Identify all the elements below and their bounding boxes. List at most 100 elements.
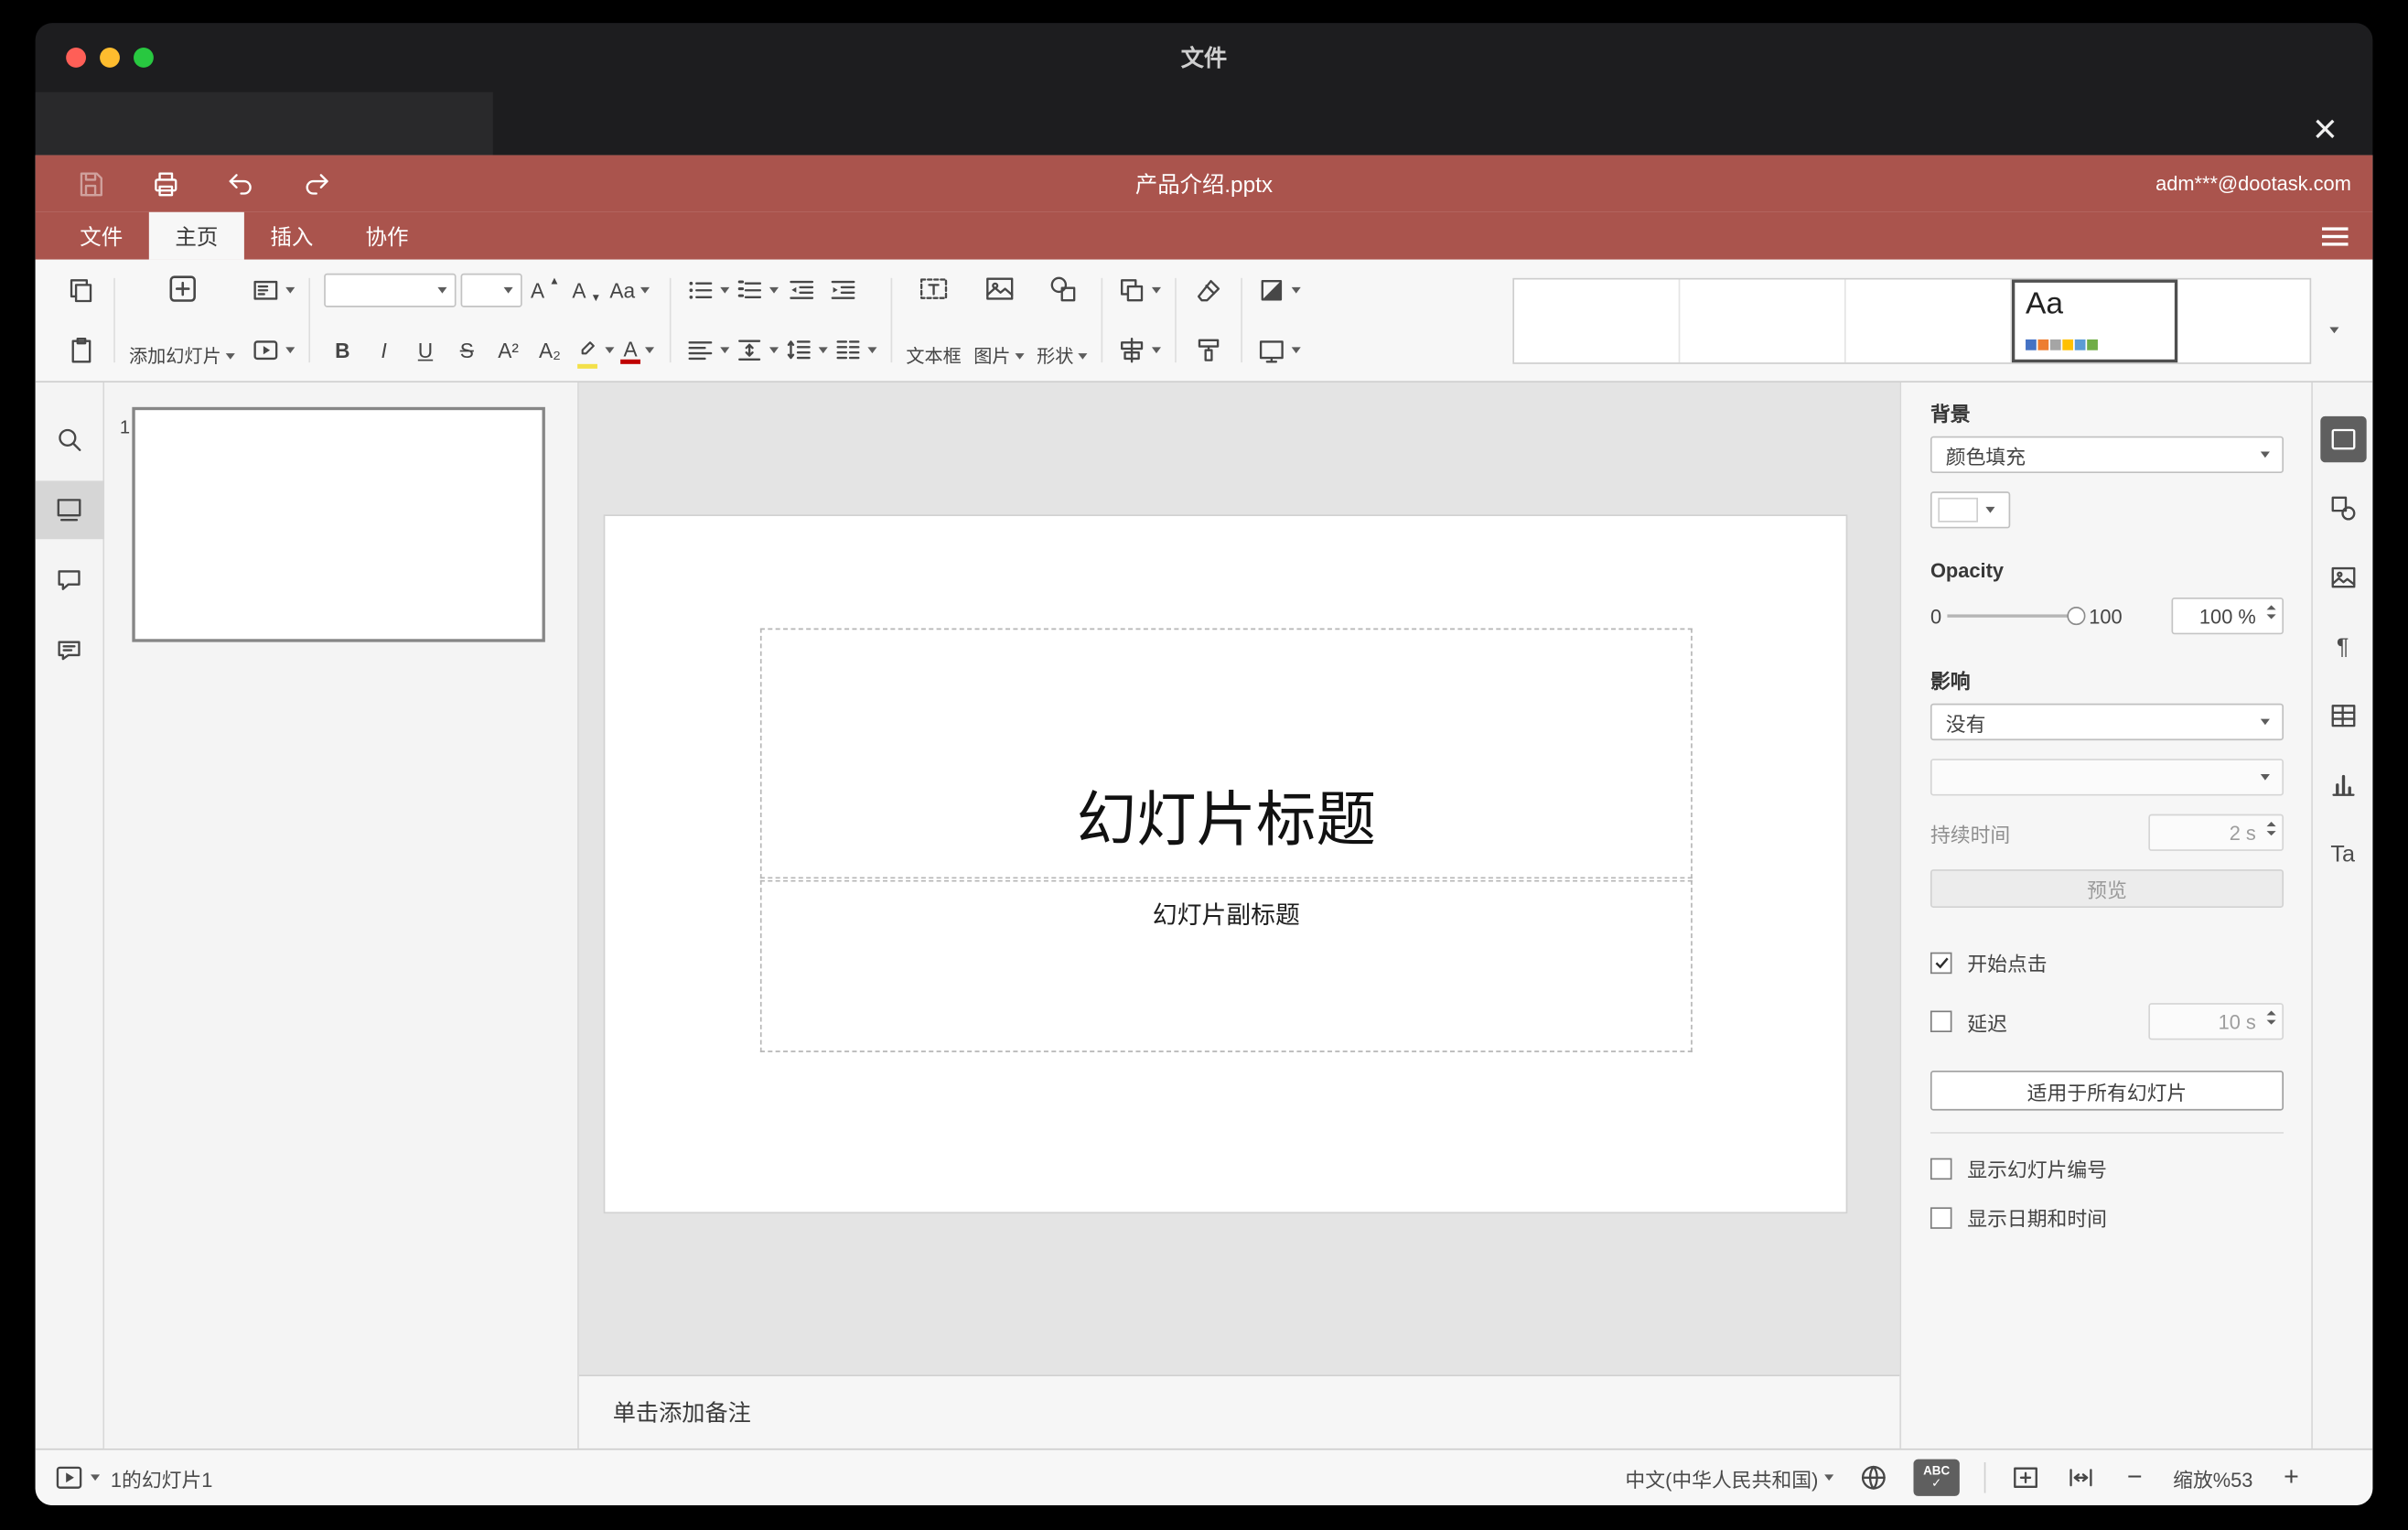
close-icon[interactable]: × <box>2302 106 2348 152</box>
theme-tile-2[interactable] <box>1680 279 1846 363</box>
slide-layout-button[interactable] <box>251 272 296 308</box>
vertical-align-button[interactable] <box>734 332 779 369</box>
line-spacing-button[interactable] <box>783 332 828 369</box>
font-size-combo[interactable] <box>460 273 522 307</box>
strikethrough-button[interactable]: S <box>448 332 485 369</box>
minimize-window-button[interactable] <box>100 48 120 68</box>
comments-button[interactable] <box>36 552 104 610</box>
slider-handle[interactable] <box>2067 607 2086 626</box>
fit-width-button[interactable] <box>2066 1462 2097 1493</box>
theme-tile-empty[interactable] <box>2177 279 2309 362</box>
numbering-button[interactable] <box>734 272 779 308</box>
search-button[interactable] <box>36 410 104 469</box>
subtitle-placeholder[interactable]: 幻灯片副标题 <box>759 879 1693 1052</box>
chat-button[interactable] <box>36 622 104 681</box>
show-date-time-checkbox[interactable] <box>1930 1206 1952 1229</box>
apply-to-all-slides-button[interactable]: 适用于所有幻灯片 <box>1930 1070 2284 1111</box>
background-color-picker[interactable] <box>1930 491 2011 529</box>
tab-home[interactable]: 主页 <box>148 211 244 260</box>
bullets-button[interactable] <box>685 272 730 308</box>
theme-tile-selected[interactable]: Aa <box>2011 279 2178 363</box>
add-slide-button[interactable]: 添加幻灯片 <box>129 272 235 369</box>
effect-select[interactable]: 没有 <box>1930 703 2284 741</box>
show-slide-number-checkbox[interactable] <box>1930 1157 1952 1180</box>
slide[interactable]: 幻灯片标题 幻灯片副标题 <box>605 515 1846 1212</box>
underline-button[interactable]: U <box>407 332 444 369</box>
highlight-color-button[interactable] <box>573 332 615 369</box>
spellcheck-button[interactable]: ABC ✓ <box>1913 1459 1960 1496</box>
slides-panel-button[interactable] <box>35 480 104 540</box>
opacity-slider[interactable] <box>1947 605 2086 627</box>
maximize-window-button[interactable] <box>134 48 154 68</box>
fill-group <box>1247 270 1310 370</box>
shape-settings-button[interactable] <box>2319 485 2365 531</box>
decrease-font-button[interactable]: A ▼ <box>568 272 605 308</box>
status-bar: 1的幻灯片1 中文(中华人民共和国) ABC ✓ − 缩放%53 + <box>35 1448 2373 1505</box>
arrange-button[interactable] <box>1116 272 1162 308</box>
columns-button[interactable] <box>833 332 877 369</box>
theme-tile-1[interactable] <box>1514 279 1681 363</box>
theme-tile-3[interactable] <box>1846 279 2012 363</box>
image-settings-button[interactable] <box>2319 555 2365 600</box>
slide-thumbnail[interactable] <box>132 406 545 642</box>
horizontal-align-button[interactable] <box>685 332 730 369</box>
subscript-button[interactable]: A₂ <box>532 332 568 369</box>
vertical-align-icon <box>738 339 761 361</box>
italic-button[interactable]: I <box>366 332 403 369</box>
insert-textbox-button[interactable]: 文本框 <box>906 272 962 369</box>
redo-button[interactable] <box>298 165 335 201</box>
zoom-in-button[interactable]: + <box>2277 1462 2305 1493</box>
background-fill-select[interactable]: 颜色填充 <box>1930 436 2284 473</box>
increase-indent-button[interactable] <box>824 272 861 308</box>
slide-thumbnails-panel: 1 <box>104 382 579 1449</box>
increase-font-button[interactable]: A ▲ <box>527 272 564 308</box>
insert-image-button[interactable]: 图片 <box>973 272 1025 369</box>
copy-style-button[interactable] <box>1190 332 1227 369</box>
change-case-button[interactable]: Aa <box>609 272 650 308</box>
title-placeholder[interactable]: 幻灯片标题 <box>759 628 1693 879</box>
copy-button[interactable] <box>63 272 100 308</box>
text-art-settings-button[interactable]: Ta <box>2319 831 2365 877</box>
tab-collaboration[interactable]: 协作 <box>339 212 435 260</box>
right-rail: ¶ Ta <box>2311 382 2373 1449</box>
shape-fill-button[interactable] <box>1256 272 1301 308</box>
language-button[interactable]: 中文(中华人民共和国) <box>1625 1463 1834 1492</box>
align-shapes-button[interactable] <box>1116 332 1162 369</box>
tab-insert[interactable]: 插入 <box>244 212 339 260</box>
slide-size-button[interactable] <box>1256 332 1301 369</box>
clipboard-group <box>54 270 109 370</box>
columns-icon <box>836 340 860 360</box>
font-color-button[interactable]: A <box>618 332 655 369</box>
superscript-button[interactable]: A² <box>489 332 526 369</box>
slide-canvas[interactable]: 幻灯片标题 幻灯片副标题 <box>579 382 1900 1374</box>
print-button[interactable] <box>147 165 184 201</box>
paragraph-settings-button[interactable]: ¶ <box>2319 623 2365 669</box>
start-on-click-checkbox[interactable] <box>1930 951 1952 974</box>
menu-icon[interactable] <box>2321 226 2349 245</box>
start-slideshow-button[interactable] <box>251 332 296 369</box>
start-slideshow-status-button[interactable] <box>54 1462 101 1493</box>
fit-slide-button[interactable] <box>2010 1462 2041 1493</box>
change-case-label: Aa <box>609 278 636 302</box>
font-name-combo[interactable] <box>324 273 457 307</box>
document-language-button[interactable] <box>1858 1462 1889 1493</box>
spin-arrows[interactable] <box>2266 605 2276 620</box>
tab-file[interactable]: 文件 <box>54 212 149 260</box>
undo-button[interactable] <box>222 165 259 201</box>
insert-shape-button[interactable]: 形状 <box>1037 272 1088 369</box>
table-settings-button[interactable] <box>2319 693 2365 738</box>
chart-settings-button[interactable] <box>2319 762 2365 808</box>
notes-input[interactable]: 单击添加备注 <box>578 1374 1900 1449</box>
paste-button[interactable] <box>63 332 100 369</box>
delay-spin: 10 s <box>2148 1003 2284 1040</box>
clear-style-button[interactable] <box>1190 272 1227 308</box>
save-button[interactable] <box>72 165 109 201</box>
slide-settings-button[interactable] <box>2319 415 2366 463</box>
decrease-indent-button[interactable] <box>783 272 820 308</box>
opacity-spin[interactable]: 100 % <box>2171 597 2284 635</box>
close-window-button[interactable] <box>66 48 86 68</box>
theme-gallery-expand-button[interactable] <box>2329 315 2339 338</box>
bold-button[interactable]: B <box>324 332 360 369</box>
delay-checkbox[interactable] <box>1930 1010 1952 1032</box>
zoom-out-button[interactable]: − <box>2121 1462 2148 1493</box>
